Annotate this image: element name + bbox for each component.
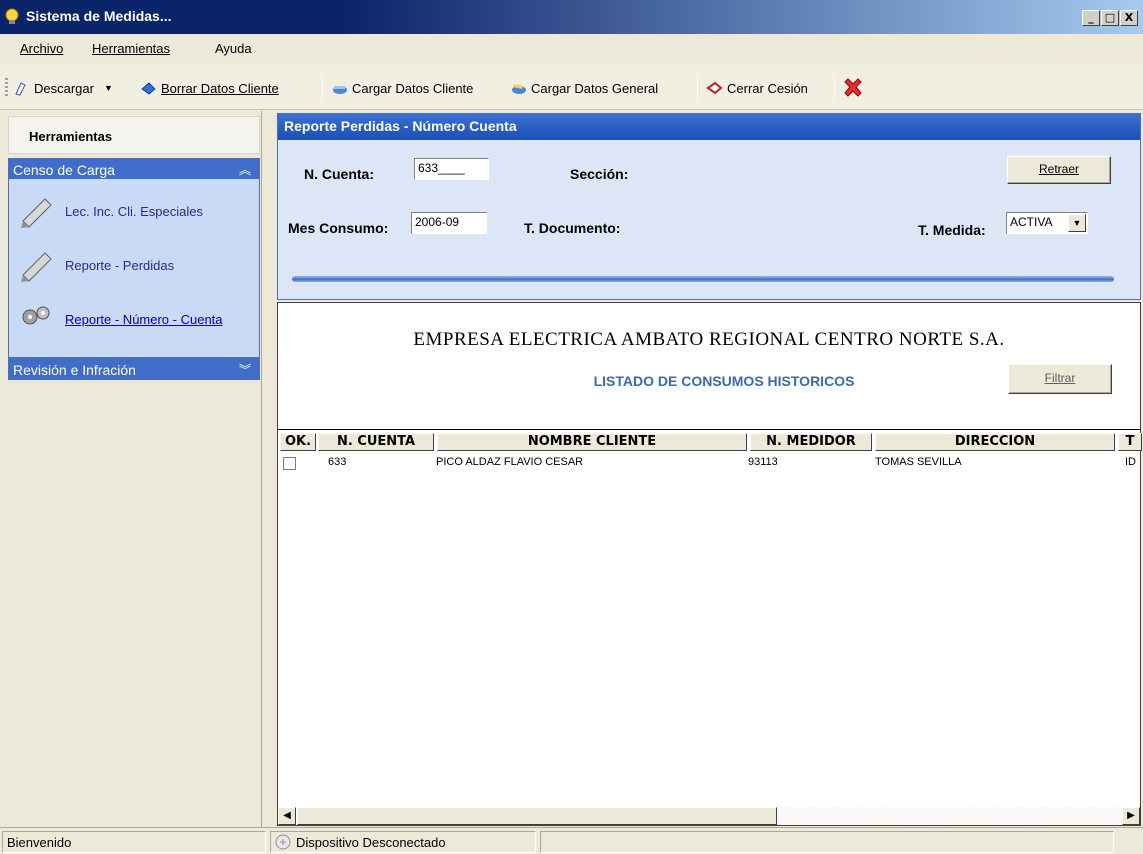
form-panel-title: Reporte Perdidas - Número Cuenta (278, 114, 1140, 140)
download-device-icon (15, 81, 26, 96)
left-panel: Herramientas Censo de Carga ︽ Lec. Inc. … (0, 111, 262, 827)
toolbar-separator (834, 76, 835, 100)
col-header-cuenta[interactable]: N. CUENTA (318, 433, 434, 451)
menu-bar: Archivo Herramientas Ayuda (0, 34, 1143, 64)
status-empty-pane (540, 831, 1114, 853)
sidebar-item-reporte-numero-cuenta[interactable]: Reporte - Número - Cuenta (19, 301, 223, 337)
toolbar-separator (697, 76, 698, 100)
col-header-ok[interactable]: OK. (280, 433, 316, 451)
sidebar-item-reporte-perdidas[interactable]: Reporte - Perdidas (19, 247, 174, 283)
scroll-left-icon[interactable]: ◀ (278, 807, 296, 825)
retraer-button[interactable]: Retraer (1007, 156, 1111, 184)
load-general-icon (512, 83, 526, 94)
descargar-label: Descargar (34, 80, 94, 96)
t-medida-label: T. Medida: (918, 222, 986, 238)
status-device-label: Dispositivo Desconectado (296, 834, 446, 850)
toolbar: Descargar ▼ Borrar Datos Cliente Cargar … (0, 64, 1143, 110)
form-divider-bar (292, 276, 1114, 282)
t-documento-label: T. Documento: (524, 220, 621, 236)
t-medida-value: ACTIVA (1010, 215, 1053, 229)
title-bar: Sistema de Medidas... _ □ X (0, 0, 1143, 34)
cargar-cliente-label: Cargar Datos Cliente (352, 80, 474, 96)
red-x-icon (844, 78, 862, 97)
filtrar-label: Filtrar (1044, 371, 1076, 385)
minimize-button[interactable]: _ (1082, 10, 1100, 26)
cuenta-input[interactable]: 633____ (414, 158, 489, 180)
eraser-icon (141, 81, 156, 95)
sidebar-item-label: Reporte - Perdidas (65, 257, 175, 273)
exit-button[interactable] (842, 77, 864, 99)
sidebar-header: Herramientas (8, 116, 260, 154)
cerrar-cesion-label: Cerrar Cesión (727, 80, 808, 96)
censo-de-carga-label: Censo de Carga (13, 162, 115, 178)
revision-infracion-label: Revisión e Infración (13, 362, 136, 378)
toolbar-grip[interactable] (5, 78, 8, 98)
report-form-panel: Reporte Perdidas - Número Cuenta N. Cuen… (277, 113, 1141, 300)
maximize-button[interactable]: □ (1101, 10, 1119, 26)
sidebar-item-label: Lec. Inc. Cli. Especiales (65, 203, 204, 219)
borrar-label: Borrar Datos Cliente (161, 80, 279, 96)
report-panel: EMPRESA ELECTRICA AMBATO REGIONAL CENTRO… (277, 302, 1142, 826)
scroll-thumb[interactable] (297, 807, 777, 825)
app-lightbulb-icon (5, 8, 19, 24)
menu-archivo[interactable]: Archivo (20, 41, 63, 56)
menu-herramientas[interactable]: Herramientas (92, 41, 170, 56)
expand-chevron-icon[interactable]: ︾ (239, 361, 251, 378)
cargar-datos-cliente-button[interactable]: Cargar Datos Cliente (331, 77, 473, 99)
cerrar-cesion-button[interactable]: Cerrar Cesión (706, 77, 808, 99)
scroll-right-icon[interactable]: ▶ (1122, 807, 1140, 825)
censo-de-carga-header[interactable]: Censo de Carga ︽ (9, 159, 259, 179)
company-name: EMPRESA ELECTRICA AMBATO REGIONAL CENTRO… (413, 329, 1005, 350)
col-header-t[interactable]: T (1118, 433, 1142, 451)
status-welcome: Bienvenido (2, 831, 266, 853)
disconnected-device-icon (275, 834, 291, 850)
row-medidor: 93113 (748, 456, 778, 468)
horizontal-scrollbar[interactable]: ◀ ▶ (278, 807, 1140, 825)
sidebar-item-label: Reporte - Número - Cuenta (65, 311, 223, 327)
dropdown-arrow-icon[interactable]: ▼ (104, 83, 113, 93)
row-ok-checkbox[interactable] (283, 457, 296, 470)
report-divider (278, 429, 1140, 430)
cargar-datos-general-button[interactable]: Cargar Datos General (510, 77, 658, 99)
retraer-label: Retraer (1038, 162, 1079, 176)
close-button[interactable]: X (1120, 10, 1138, 26)
dropdown-arrow-icon[interactable]: ▼ (1068, 214, 1086, 232)
load-client-icon (333, 85, 347, 94)
borrar-datos-cliente-button[interactable]: Borrar Datos Cliente (140, 77, 279, 99)
t-medida-select[interactable]: ACTIVA ▼ (1006, 212, 1088, 234)
col-header-nombre[interactable]: NOMBRE CLIENTE (437, 433, 747, 451)
mes-consumo-input[interactable]: 2006-09 (411, 212, 487, 234)
cargar-general-label: Cargar Datos General (531, 80, 659, 96)
pen-tool-icon (21, 252, 52, 282)
row-nombre: PICO ALDAZ FLAVIO CESAR (436, 456, 584, 468)
mes-consumo-label: Mes Consumo: (288, 220, 389, 236)
descargar-button[interactable]: Descargar ▼ (13, 77, 113, 99)
status-bar: Bienvenido Dispositivo Desconectado (0, 827, 1143, 854)
cuenta-label: N. Cuenta: (304, 166, 374, 182)
pen-tool-icon (21, 198, 52, 228)
logout-icon (706, 81, 723, 94)
window-title: Sistema de Medidas... (26, 8, 172, 24)
status-device-pane: Dispositivo Desconectado (270, 831, 536, 853)
row-t: ID (1125, 456, 1136, 468)
revision-infracion-header[interactable]: Revisión e Infración ︾ (8, 358, 260, 380)
gears-icon (22, 306, 50, 325)
col-header-medidor[interactable]: N. MEDIDOR (750, 433, 872, 451)
seccion-label: Sección: (570, 166, 629, 182)
row-direccion: TOMAS SEVILLA (875, 456, 962, 468)
filtrar-button[interactable]: Filtrar (1008, 364, 1112, 394)
row-cuenta: 633 (328, 456, 347, 468)
col-header-direccion[interactable]: DIRECCION (875, 433, 1115, 451)
menu-ayuda[interactable]: Ayuda (215, 41, 252, 56)
sidebar-item-lec-inc[interactable]: Lec. Inc. Cli. Especiales (19, 193, 203, 229)
censo-de-carga-group: Censo de Carga ︽ Lec. Inc. Cli. Especial… (8, 158, 260, 358)
collapse-chevron-icon[interactable]: ︽ (239, 161, 251, 178)
toolbar-separator (322, 76, 323, 100)
